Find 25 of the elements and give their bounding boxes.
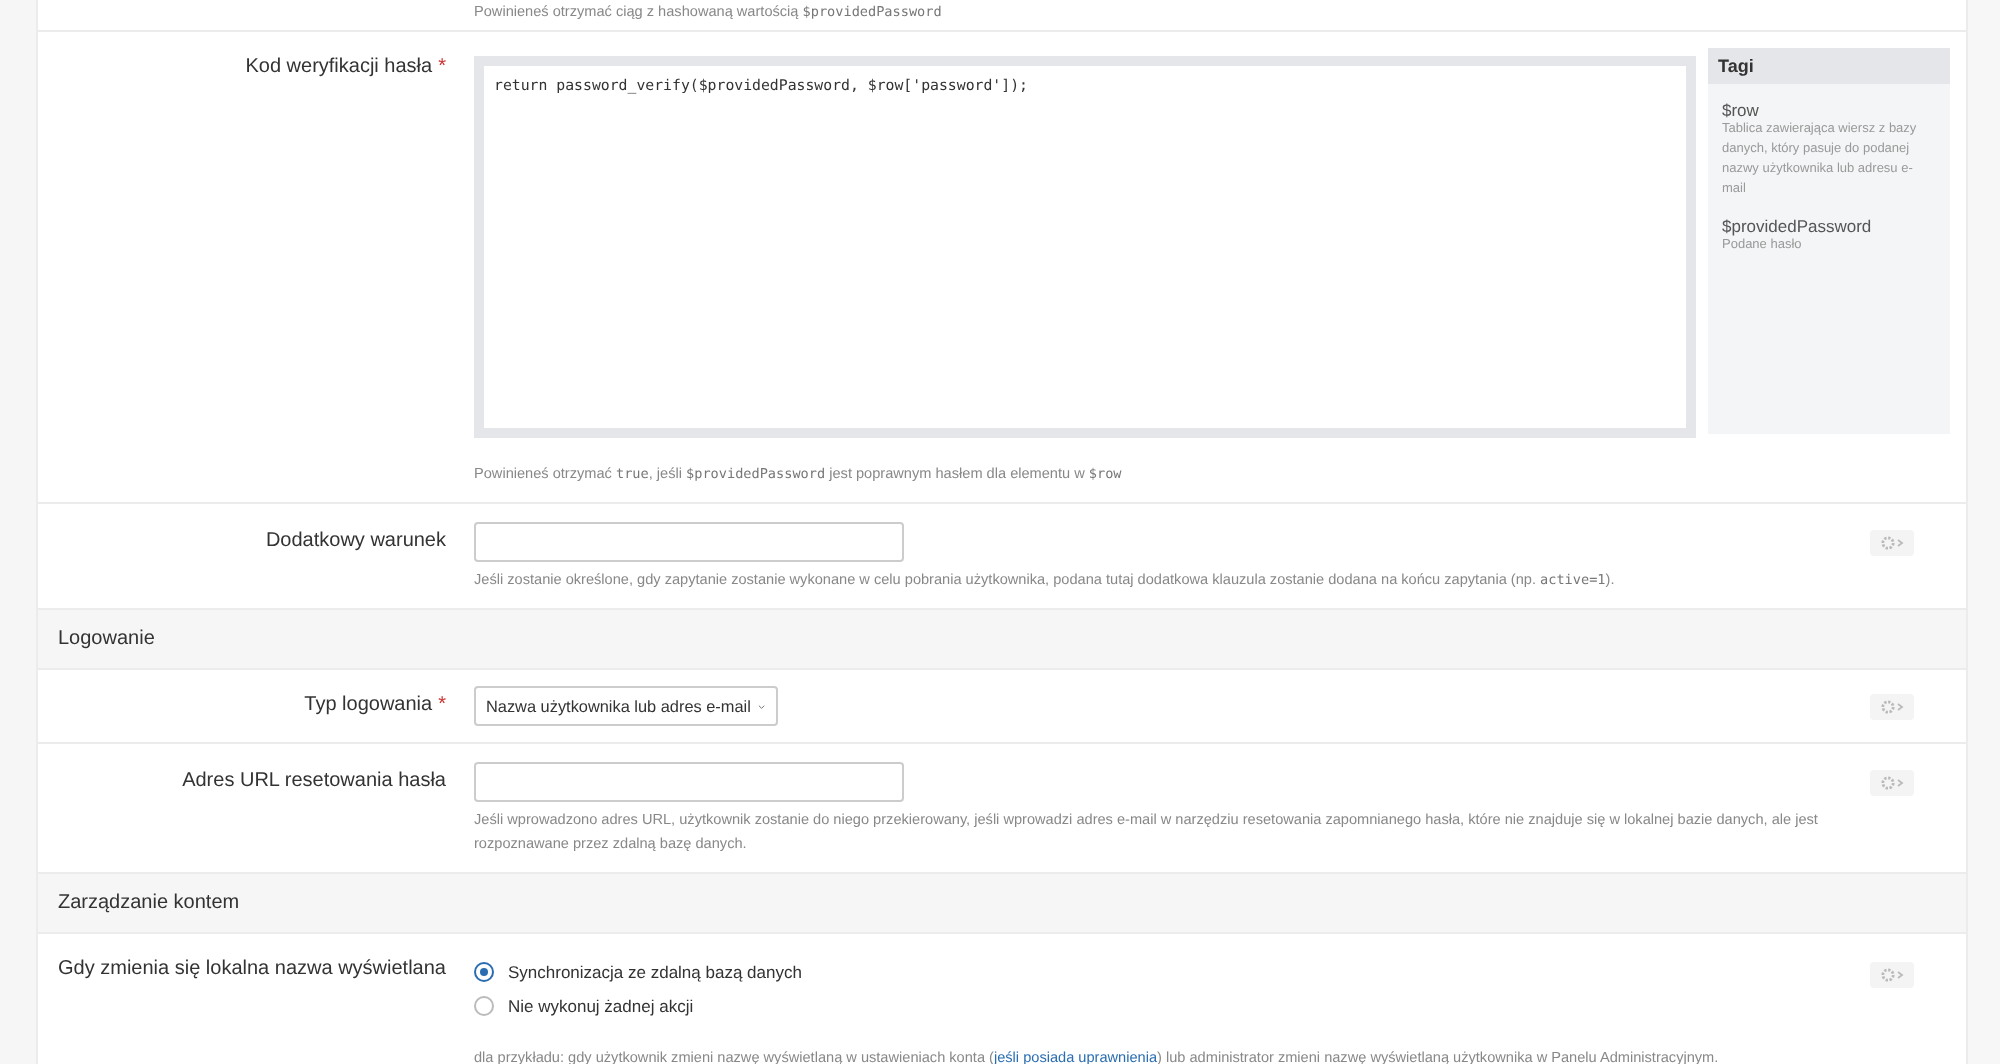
section-header: Logowanie (38, 610, 1966, 670)
section-header: Zarządzanie kontem (38, 874, 1966, 934)
tag-name: $row (1720, 98, 1761, 120)
field-label: Typ logowania * (302, 692, 446, 720)
field-label: Dodatkowy warunek (263, 528, 446, 556)
login-type-select[interactable]: Nazwa użytkownika lub adres e-mail (474, 686, 778, 726)
field-label: Gdy zmienia się lokalna nazwa wyświetlana (56, 956, 446, 984)
gear-icon (1880, 776, 1904, 790)
tags-title: Tagi (1708, 48, 1950, 84)
settings-button[interactable] (1870, 770, 1914, 796)
field-label: Adres URL resetowania hasła (180, 768, 446, 796)
field-label: Kod weryfikacji hasła * (243, 56, 446, 82)
gear-icon (1880, 536, 1904, 550)
gear-icon (1880, 968, 1904, 982)
settings-button[interactable] (1870, 530, 1914, 556)
gear-icon (1880, 700, 1904, 714)
settings-button[interactable] (1870, 962, 1914, 988)
settings-button[interactable] (1870, 694, 1914, 720)
radio-option[interactable]: Nie wykonuj żadnej akcji (474, 988, 1842, 1022)
url-input[interactable] (474, 762, 904, 802)
radio-button[interactable] (474, 961, 494, 981)
condition-input[interactable] (474, 522, 904, 562)
tag-name: $providedPassword (1720, 214, 1874, 236)
radio-button[interactable] (474, 995, 494, 1015)
radio-option[interactable]: Synchronizacja ze zdalną bazą danych (474, 954, 1842, 988)
